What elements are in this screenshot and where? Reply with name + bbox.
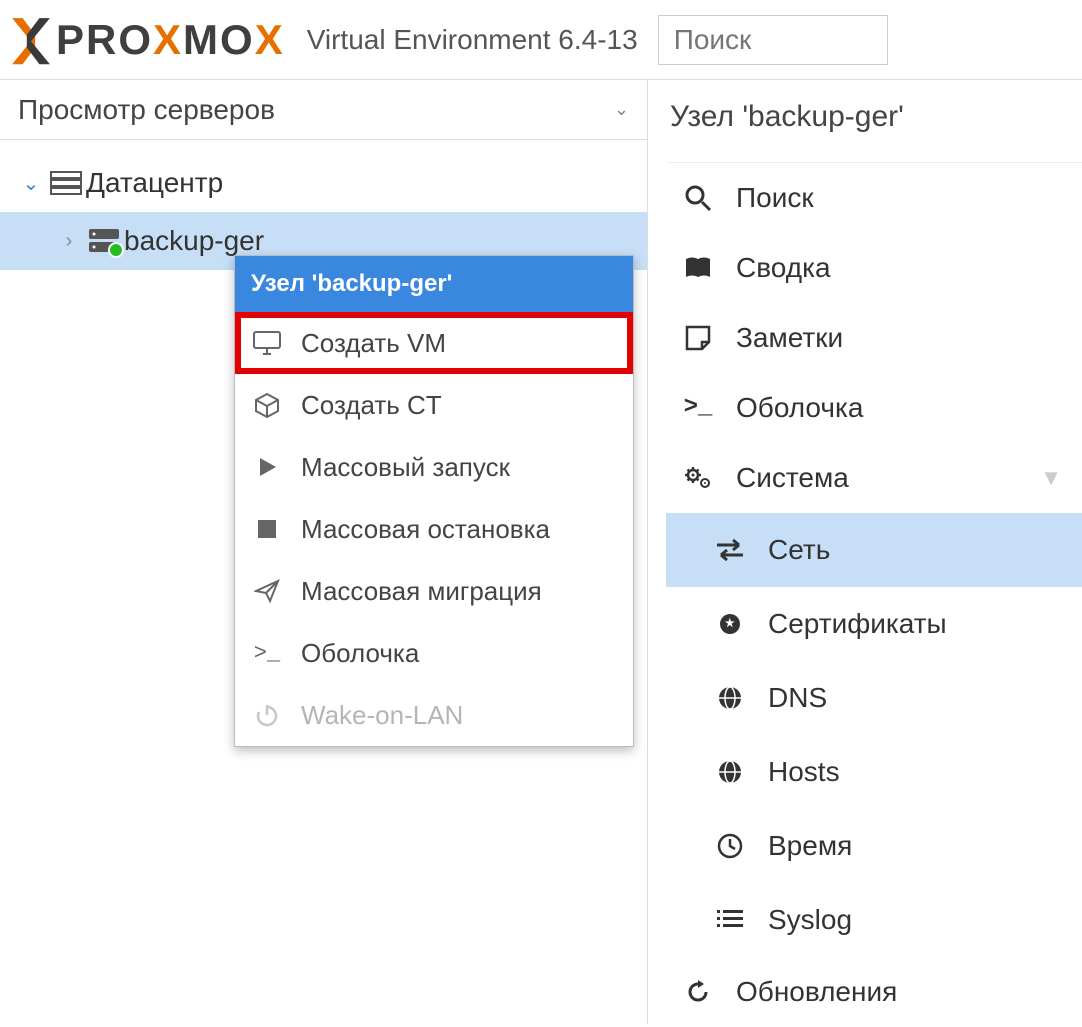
nav-hosts-label: Hosts xyxy=(768,756,840,788)
collapse-icon[interactable]: ⌄ xyxy=(16,171,46,196)
globe-icon xyxy=(712,759,748,785)
tree-datacenter-label: Датацентр xyxy=(86,167,223,199)
nav-certificates-label: Сертификаты xyxy=(768,608,947,640)
right-column: Узел 'backup-ger' Поиск Сводка Заметки xyxy=(648,80,1082,1024)
power-icon xyxy=(251,703,283,727)
nav-updates-label: Обновления xyxy=(736,976,897,1008)
header: PROXMOX Virtual Environment 6.4-13 xyxy=(0,0,1082,80)
gears-icon xyxy=(680,465,716,491)
nav-shell-label: Оболочка xyxy=(736,392,863,424)
header-search[interactable] xyxy=(658,15,1072,65)
menu-shell-label: Оболочка xyxy=(301,638,419,669)
nav-search[interactable]: Поиск xyxy=(666,163,1082,233)
view-selector[interactable]: Просмотр серверов ⌄ xyxy=(0,80,647,140)
nav-system[interactable]: Система ▼ xyxy=(666,443,1082,513)
nav-summary-label: Сводка xyxy=(736,252,831,284)
menu-bulk-stop-label: Массовая остановка xyxy=(301,514,550,545)
view-selector-label: Просмотр серверов xyxy=(18,94,275,126)
menu-wake-on-lan: Wake-on-LAN xyxy=(235,684,633,746)
monitor-icon xyxy=(251,331,283,355)
menu-create-vm[interactable]: Создать VM xyxy=(235,312,633,374)
menu-wol-label: Wake-on-LAN xyxy=(301,700,463,731)
cube-icon xyxy=(251,392,283,418)
globe-icon xyxy=(712,685,748,711)
nav-notes-label: Заметки xyxy=(736,322,843,354)
nav-certificates[interactable]: Сертификаты xyxy=(666,587,1082,661)
terminal-icon: >_ xyxy=(680,394,716,421)
product-title: Virtual Environment 6.4-13 xyxy=(307,24,638,56)
nav-network[interactable]: Сеть xyxy=(666,513,1082,587)
tree-node-label: backup-ger xyxy=(124,225,264,257)
nav-syslog-label: Syslog xyxy=(768,904,852,936)
sticky-note-icon xyxy=(680,325,716,351)
datacenter-icon xyxy=(46,171,86,195)
context-menu-title: Узел 'backup-ger' xyxy=(235,256,633,312)
logo-x-left-icon xyxy=(10,16,52,64)
search-input[interactable] xyxy=(658,15,888,65)
nav-syslog[interactable]: Syslog xyxy=(666,883,1082,957)
stop-icon xyxy=(251,518,283,540)
nav-summary[interactable]: Сводка xyxy=(666,233,1082,303)
search-icon xyxy=(680,184,716,212)
chevron-down-icon: ▼ xyxy=(1040,465,1062,491)
menu-create-ct[interactable]: Создать CT xyxy=(235,374,633,436)
logo-text: PROXMOX xyxy=(56,16,285,64)
tree: ⌄ Датацентр › backup-ger xyxy=(0,140,647,270)
nav-hosts[interactable]: Hosts xyxy=(666,735,1082,809)
nav-time[interactable]: Время xyxy=(666,809,1082,883)
menu-create-vm-label: Создать VM xyxy=(301,328,446,359)
nav-updates[interactable]: Обновления xyxy=(666,957,1082,1027)
terminal-icon: >_ xyxy=(251,641,283,666)
expand-icon[interactable]: › xyxy=(54,230,84,253)
panel-title: Узел 'backup-ger' xyxy=(666,80,1082,162)
menu-bulk-start-label: Массовый запуск xyxy=(301,452,510,483)
nav-shell[interactable]: >_ Оболочка xyxy=(666,373,1082,443)
play-icon xyxy=(251,456,283,478)
book-icon xyxy=(680,256,716,280)
nav-system-label: Система xyxy=(736,462,849,494)
menu-bulk-migrate[interactable]: Массовая миграция xyxy=(235,560,633,622)
paper-plane-icon xyxy=(251,579,283,603)
list-icon xyxy=(712,909,748,931)
menu-bulk-start[interactable]: Массовый запуск xyxy=(235,436,633,498)
clock-icon xyxy=(712,833,748,859)
side-nav: Поиск Сводка Заметки >_ Оболочка xyxy=(666,162,1082,1027)
main: Просмотр серверов ⌄ ⌄ Датацентр › ba xyxy=(0,80,1082,1024)
nav-dns-label: DNS xyxy=(768,682,827,714)
certificate-icon xyxy=(712,610,748,638)
menu-create-ct-label: Создать CT xyxy=(301,390,442,421)
logo: PROXMOX xyxy=(10,16,285,64)
server-icon xyxy=(84,228,124,254)
exchange-icon xyxy=(712,539,748,561)
nav-search-label: Поиск xyxy=(736,182,814,214)
nav-time-label: Время xyxy=(768,830,852,862)
left-column: Просмотр серверов ⌄ ⌄ Датацентр › ba xyxy=(0,80,648,1024)
nav-notes[interactable]: Заметки xyxy=(666,303,1082,373)
chevron-down-icon: ⌄ xyxy=(614,99,629,120)
nav-dns[interactable]: DNS xyxy=(666,661,1082,735)
tree-datacenter[interactable]: ⌄ Датацентр xyxy=(0,154,647,212)
menu-bulk-migrate-label: Массовая миграция xyxy=(301,576,542,607)
nav-network-label: Сеть xyxy=(768,534,830,566)
menu-shell[interactable]: >_ Оболочка xyxy=(235,622,633,684)
refresh-icon xyxy=(680,978,716,1006)
context-menu: Узел 'backup-ger' Создать VM Создать CT … xyxy=(234,255,634,747)
menu-bulk-stop[interactable]: Массовая остановка xyxy=(235,498,633,560)
status-ok-icon xyxy=(108,242,124,258)
